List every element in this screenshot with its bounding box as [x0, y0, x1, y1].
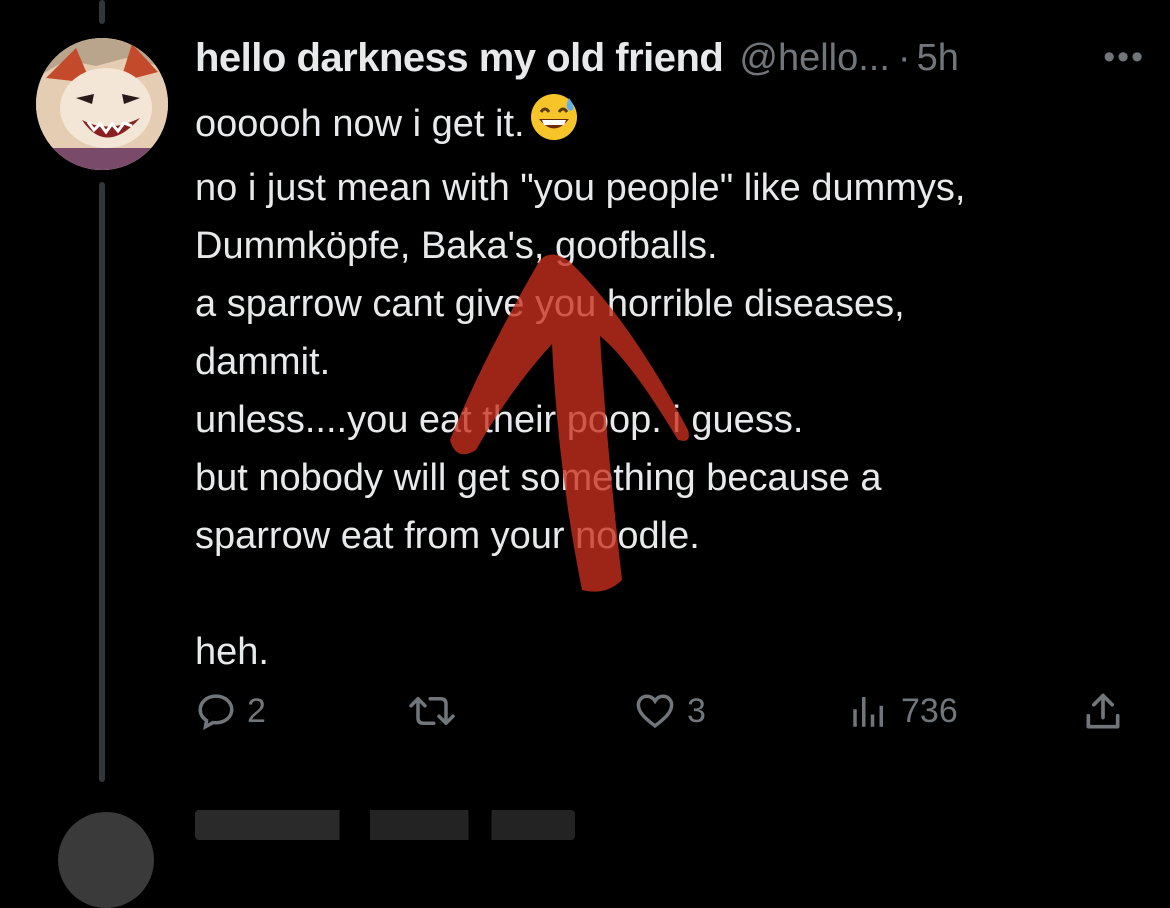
like-count: 3: [687, 691, 706, 730]
views-button[interactable]: 736: [847, 690, 958, 732]
next-tweet-avatar[interactable]: [58, 812, 154, 908]
heart-icon: [636, 694, 674, 729]
thread-line: [99, 182, 105, 782]
tweet-body: no i just mean with "you people" like du…: [195, 167, 966, 673]
more-horizontal-icon[interactable]: •••: [1103, 38, 1145, 77]
tweet-header: hello darkness my old friend @hello... ·…: [195, 34, 1145, 82]
separator-dot: ·: [897, 36, 911, 79]
retweet-icon: [409, 697, 455, 725]
tweet-text-line1: oooooh now i get it.: [195, 103, 525, 145]
tweet-actions: 2 3 736: [195, 690, 1135, 740]
timestamp[interactable]: 5h: [917, 37, 959, 80]
reply-count: 2: [247, 691, 266, 730]
reply-icon: [198, 694, 234, 731]
display-name[interactable]: hello darkness my old friend: [195, 36, 724, 81]
tweet-text: oooooh now i get it. no i just mean with…: [195, 92, 1145, 681]
avatar-image: [36, 38, 168, 170]
share-button[interactable]: [1081, 690, 1125, 734]
user-handle[interactable]: @hello...: [739, 37, 890, 80]
grinning-face-with-sweat-emoji: [529, 92, 579, 159]
retweet-button[interactable]: [407, 690, 467, 732]
views-count: 736: [901, 691, 958, 730]
share-icon: [1086, 693, 1120, 729]
views-bar-chart-icon: [853, 697, 883, 727]
avatar[interactable]: [36, 38, 168, 170]
next-tweet-header-cutoff: [195, 810, 575, 840]
like-button[interactable]: 3: [633, 690, 706, 732]
reply-button[interactable]: 2: [195, 690, 266, 732]
thread-line-top: [99, 0, 105, 24]
